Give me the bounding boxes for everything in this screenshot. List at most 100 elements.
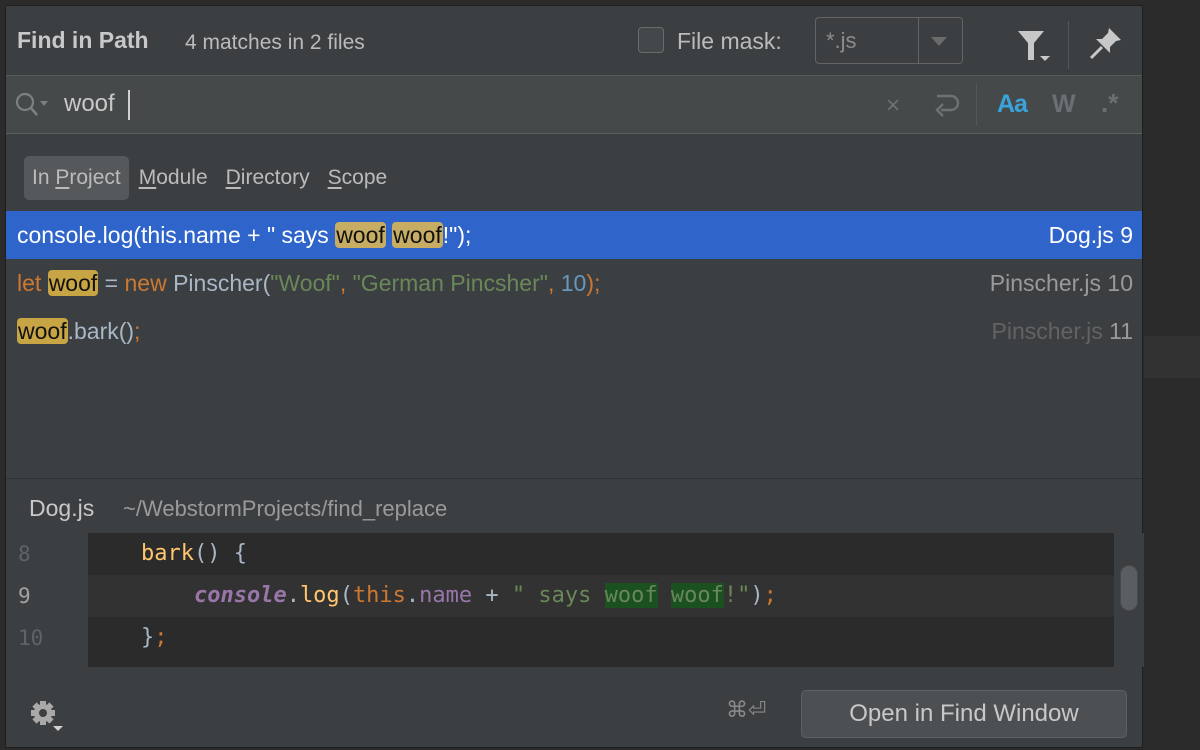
find-in-path-dialog: Find in Path 4 matches in 2 files File m… [5,5,1144,749]
code-line: }; [88,617,1114,659]
options-divider [976,84,977,126]
preview-scrollbar[interactable] [1114,533,1144,667]
line-gutter: 8 9 10 [6,533,88,667]
preview-editor[interactable]: 8 9 10 bark() { console.log(this.name + … [6,533,1114,667]
dialog-footer: ⌘⏎ Open in Find Window [6,667,1142,749]
match-text: .bark() [67,318,135,344]
code-token: ) [750,583,764,608]
code-token: ; [154,625,168,650]
tab-directory[interactable]: Directory [218,156,318,200]
code-token: console [193,583,287,608]
file-mask-value: *.js [826,28,857,53]
match-text: = [98,270,125,296]
tab-label: irectory [240,166,310,189]
code-line: bark() { [88,533,1114,575]
scope-tabs: In Project Module Directory Scope [24,156,397,200]
gear-icon[interactable] [29,699,65,735]
code-token: name [419,583,473,608]
code-token: !" [723,583,751,608]
match-text: !"); [442,222,472,248]
code-token: ; [763,583,777,608]
file-mask-checkbox[interactable] [638,27,664,53]
code-token: } [140,625,155,650]
search-input[interactable] [64,86,864,122]
result-line: 9 [1120,222,1133,248]
result-line: 10 [1107,270,1133,296]
result-row[interactable]: woof.bark(); Pinscher.js 11 [6,307,1142,355]
dialog-header[interactable]: Find in Path 4 matches in 2 files File m… [6,6,1142,76]
result-location: Dog.js 9 [1049,211,1133,259]
preview-file-name: Dog.js [29,495,95,521]
match-text: , [547,270,561,296]
match-text: , [339,270,353,296]
tab-label: roject [69,166,121,189]
code-line: console.log(this.name + " says woof woof… [88,575,1114,617]
match-highlight: woof [392,222,443,248]
match-text: ; [134,318,141,344]
regex-toggle[interactable]: .* [1101,88,1118,119]
match-case-toggle[interactable]: Aa [997,90,1028,119]
match-text: "German Pincsher" [352,270,548,296]
code-token: . [286,583,300,608]
header-divider [1068,21,1069,69]
match-text [41,270,47,296]
clear-icon[interactable]: × [886,92,900,120]
search-icon[interactable] [14,91,52,119]
result-line: 11 [1109,318,1133,344]
dialog-title: Find in Path [17,27,149,53]
file-mask-combo[interactable]: *.js [815,17,963,64]
match-highlight: woof [47,270,99,296]
match-text: ); [586,270,601,296]
match-text: let [17,270,42,296]
open-in-find-window-button[interactable]: Open in Find Window [801,690,1127,738]
preview-header: Dog.js ~/WebstormProjects/find_replace [6,478,1142,533]
pin-icon[interactable] [1089,26,1123,60]
tab-label: cope [341,166,388,189]
match-text: 10 [560,270,587,296]
result-row[interactable]: console.log(this.name + " says woof woof… [6,211,1142,259]
code-token: () { [193,541,247,566]
result-location: Pinscher.js 11 [992,307,1134,355]
whole-words-toggle[interactable]: W [1052,90,1076,119]
code-token: this [352,583,406,608]
new-line-icon[interactable] [931,91,963,119]
results-list: console.log(this.name + " says woof woof… [6,211,1142,355]
preview-file-path: ~/WebstormProjects/find_replace [123,496,448,521]
tab-module[interactable]: Module [131,156,216,200]
scrollbar-thumb[interactable] [1120,565,1138,611]
file-mask-label: File mask: [677,28,782,54]
line-number: 8 [18,542,31,566]
code-token: + [472,583,512,608]
result-file: Dog.js [1048,222,1114,248]
result-location: Pinscher.js 10 [990,259,1133,307]
mnemonic: S [327,166,342,189]
tab-scope[interactable]: Scope [320,156,396,200]
code-token: . [405,583,420,608]
mnemonic: M [138,166,157,189]
tab-in-project[interactable]: In Project [24,156,129,200]
search-row: × Aa W .* [6,76,1142,134]
shortcut-hint: ⌘⏎ [726,697,767,722]
chevron-down-icon[interactable] [931,37,947,46]
code-token: bark [140,541,194,566]
tab-label: odule [156,166,208,189]
result-file: Pinscher.js [989,270,1102,296]
search-match-highlight: woof [670,583,724,608]
code-token: ( [339,583,353,608]
code-token: " says [511,583,605,608]
background-editor-strip [1144,336,1200,378]
code-area[interactable]: bark() { console.log(this.name + " says … [88,533,1114,667]
mnemonic: D [225,166,241,189]
result-row[interactable]: let woof = new Pinscher("Woof", "German … [6,259,1142,307]
match-text: console.log(this.name + " says [17,222,336,248]
mnemonic: P [55,166,70,189]
filter-icon[interactable] [1014,28,1054,64]
match-text: Pinscher( [166,270,271,296]
tab-label: In [32,166,56,189]
text-caret [128,90,130,120]
result-file: Pinscher.js [991,318,1103,344]
match-highlight: woof [17,318,68,344]
